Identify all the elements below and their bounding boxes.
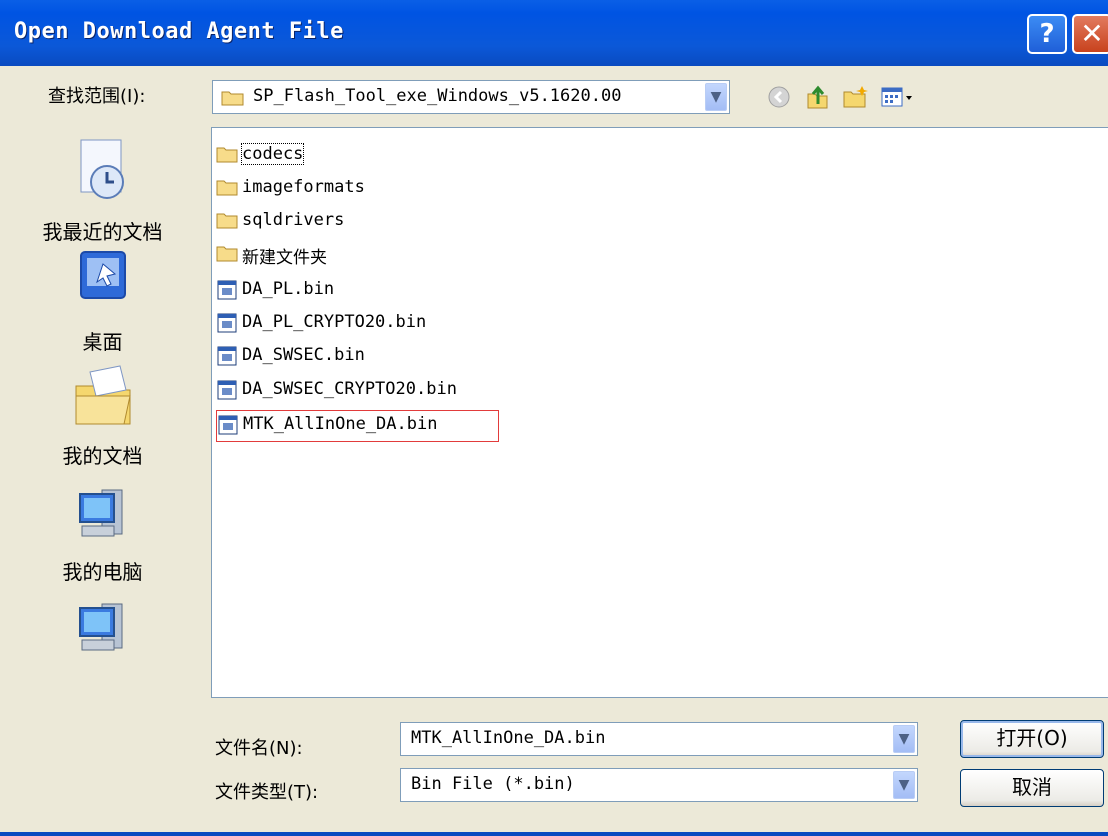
folder-icon	[216, 213, 238, 229]
place-label-recent: 我最近的文档	[42, 220, 163, 244]
folder-icon	[216, 246, 238, 262]
file-name: DA_PL_CRYPTO20.bin	[242, 312, 427, 332]
bin-file-icon	[217, 380, 237, 400]
look-in-value: SP_Flash_Tool_exe_Windows_v5.1620.00	[253, 86, 622, 106]
open-button[interactable]: 打开(O)	[960, 720, 1104, 758]
folder-icon	[216, 147, 238, 163]
file-name: 新建文件夹	[242, 248, 327, 268]
question-mark-icon: ?	[1039, 19, 1055, 49]
filetype-select[interactable]: Bin File (*.bin) ▼	[400, 768, 918, 802]
file-row-bin-highlighted[interactable]: MTK_AllInOne_DA.bin	[216, 410, 499, 442]
network-places-icon	[78, 603, 122, 651]
recent-documents-icon	[80, 139, 124, 199]
title-bar[interactable]: Open Download Agent File ? ✕	[0, 0, 1108, 66]
my-computer-icon	[78, 489, 122, 537]
bin-file-icon	[217, 313, 237, 333]
new-folder-icon[interactable]	[842, 84, 870, 110]
filename-input[interactable]: MTK_AllInOne_DA.bin ▼	[400, 722, 918, 756]
up-folder-icon[interactable]	[804, 84, 832, 110]
place-label-desktop: 桌面	[82, 330, 123, 354]
file-name: DA_SWSEC_CRYPTO20.bin	[242, 379, 457, 399]
file-name: DA_PL.bin	[242, 279, 335, 299]
filetype-label: 文件类型(T):	[215, 782, 319, 803]
place-desktop[interactable]	[5, 244, 200, 308]
chevron-down-icon[interactable]: ▼	[705, 83, 727, 111]
folder-icon	[221, 91, 244, 106]
file-name: MTK_AllInOne_DA.bin	[243, 414, 438, 434]
help-button[interactable]: ?	[1027, 14, 1067, 54]
file-list[interactable]: codecs imageformats sqldrivers 新建文件夹 DA_…	[211, 127, 1108, 698]
bin-file-icon	[217, 346, 237, 366]
view-menu-icon[interactable]	[880, 84, 920, 110]
chevron-down-icon[interactable]: ▼	[893, 771, 915, 799]
file-name: DA_SWSEC.bin	[242, 345, 365, 365]
filename-label: 文件名(N):	[215, 738, 303, 759]
bin-file-icon	[217, 280, 237, 300]
back-icon[interactable]	[766, 84, 794, 110]
close-button[interactable]: ✕	[1072, 14, 1108, 54]
cancel-button[interactable]: 取消	[960, 769, 1104, 807]
place-my-documents[interactable]	[5, 360, 200, 434]
filename-value: MTK_AllInOne_DA.bin	[411, 728, 606, 748]
file-name: codecs	[240, 143, 305, 165]
places-bar: 我最近的文档 桌面 我的文档 我的电脑	[5, 128, 200, 698]
close-icon: ✕	[1080, 17, 1104, 50]
place-label-my-computer: 我的电脑	[62, 560, 143, 584]
file-name: imageformats	[242, 177, 365, 197]
desktop-icon	[79, 251, 126, 299]
look-in-dropdown[interactable]: SP_Flash_Tool_exe_Windows_v5.1620.00 ▼	[212, 80, 730, 114]
my-documents-icon	[75, 365, 131, 425]
filetype-value: Bin File (*.bin)	[411, 774, 575, 794]
place-label-my-documents: 我的文档	[62, 444, 143, 468]
place-network[interactable]	[5, 594, 200, 668]
chevron-down-icon[interactable]: ▼	[893, 725, 915, 753]
file-name: sqldrivers	[242, 210, 345, 230]
place-my-computer[interactable]	[5, 478, 200, 552]
look-in-label: 查找范围(I):	[48, 86, 146, 107]
window-border	[0, 832, 1108, 836]
place-recent-documents[interactable]	[5, 136, 200, 210]
window-title: Open Download Agent File	[14, 19, 344, 44]
folder-icon	[216, 180, 238, 196]
bin-file-icon	[218, 415, 238, 435]
